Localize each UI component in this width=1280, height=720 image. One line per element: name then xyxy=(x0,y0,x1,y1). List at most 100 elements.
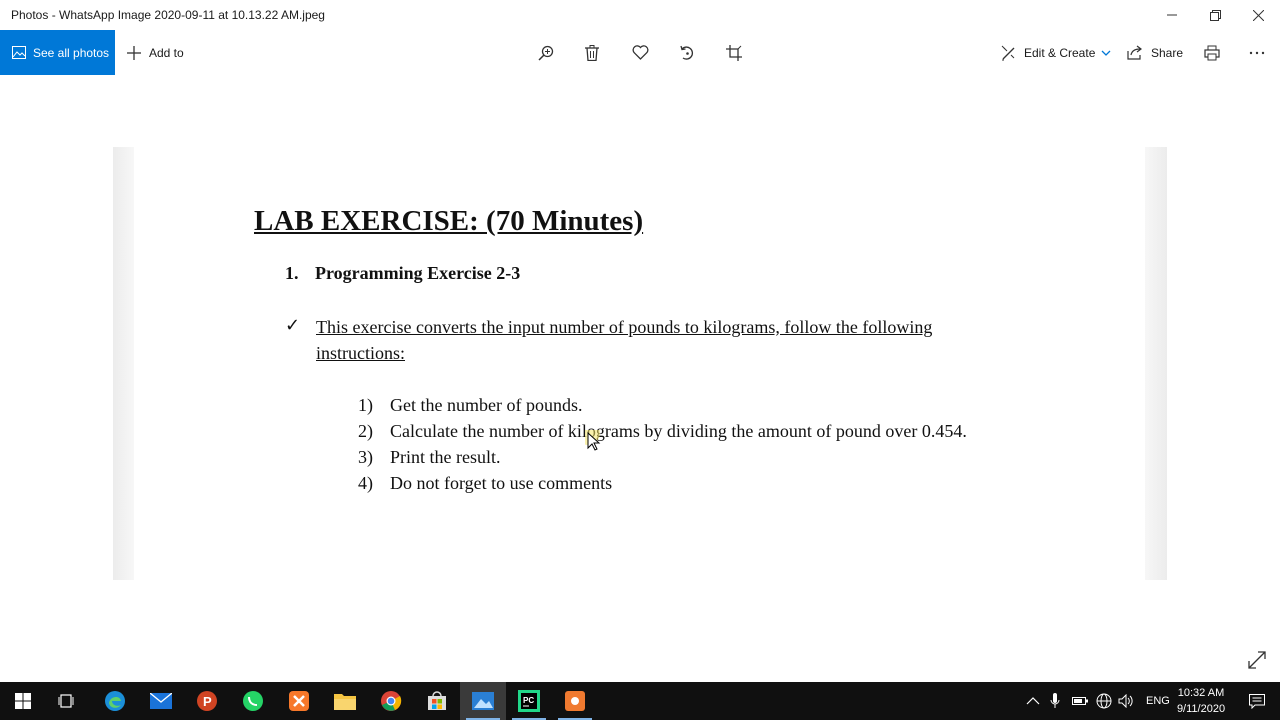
list-item: 1) Get the number of pounds. xyxy=(358,392,967,418)
share-button[interactable]: Share xyxy=(1127,30,1183,75)
whatsapp-icon xyxy=(243,691,263,711)
see-all-photos-label: See all photos xyxy=(33,45,110,60)
step-text: Do not forget to use comments xyxy=(390,473,613,493)
intro-text: This exercise converts the input number … xyxy=(316,317,933,363)
minimize-button[interactable] xyxy=(1149,0,1195,30)
windows-icon xyxy=(15,693,31,709)
delete-button[interactable] xyxy=(572,30,612,75)
steps-list: 1) Get the number of pounds. 2) Calculate … xyxy=(358,392,967,496)
edit-create-button[interactable]: Edit & Create xyxy=(1001,30,1111,75)
clock-time: 10:32 AM xyxy=(1177,687,1225,699)
system-tray: ENG xyxy=(1026,682,1170,720)
add-to-button[interactable]: Add to xyxy=(126,30,184,75)
title-bar: Photos - WhatsApp Image 2020-09-11 at 10… xyxy=(0,0,1280,30)
zoom-button[interactable] xyxy=(526,30,566,75)
taskbar-file-explorer[interactable] xyxy=(322,682,368,720)
close-icon xyxy=(1252,9,1264,21)
step-text: Print the result. xyxy=(390,447,501,467)
command-bar: See all photos Add to Edit & Create Shar… xyxy=(0,30,1280,75)
check-mark-icon: ✓ xyxy=(285,315,301,336)
restore-icon xyxy=(1209,9,1221,21)
clock-date: 9/11/2020 xyxy=(1176,703,1226,715)
list-item: 4) Do not forget to use comments xyxy=(358,470,967,496)
step-number: 2) xyxy=(358,421,373,441)
folder-icon xyxy=(334,694,356,710)
print-icon xyxy=(1204,45,1220,60)
document-heading: LAB EXERCISE: (70 Minutes) xyxy=(254,205,644,237)
section-number: 1. xyxy=(285,263,299,283)
share-label: Share xyxy=(1151,45,1184,60)
store-icon xyxy=(428,691,446,710)
step-number: 4) xyxy=(358,473,373,493)
section-title: 1. Programming Exercise 2-3 xyxy=(285,263,520,284)
photos-app-icon xyxy=(472,692,494,710)
zoom-icon xyxy=(538,45,554,61)
notification-icon xyxy=(1249,693,1265,709)
task-view-button[interactable] xyxy=(44,682,90,720)
step-number: 3) xyxy=(358,447,373,467)
mail-icon xyxy=(150,693,172,709)
mouse-cursor-icon xyxy=(585,430,601,451)
crop-icon xyxy=(726,44,742,61)
task-view-icon xyxy=(58,694,74,708)
taskbar-photos[interactable] xyxy=(460,682,506,720)
list-item: 3) Print the result. xyxy=(358,444,967,470)
taskbar-mail[interactable] xyxy=(138,682,184,720)
photos-icon xyxy=(12,46,26,59)
plus-icon xyxy=(127,45,141,60)
photo-edge-left xyxy=(113,147,134,580)
xampp-icon xyxy=(289,691,309,711)
language-indicator[interactable]: ENG xyxy=(1146,695,1170,707)
favorite-icon xyxy=(632,45,648,60)
step-text: Get the number of pounds. xyxy=(390,395,583,415)
rotate-icon xyxy=(680,45,694,60)
more-icon xyxy=(1249,51,1265,54)
start-button[interactable] xyxy=(0,682,46,720)
taskbar: P PC ENG 10:32 AM 9/11/2020 xyxy=(0,682,1280,720)
pycharm-icon: PC xyxy=(518,690,540,712)
battery-icon[interactable] xyxy=(1072,696,1088,706)
photo-edge-right xyxy=(1145,147,1167,580)
share-icon xyxy=(1127,45,1142,60)
action-center-button[interactable] xyxy=(1234,682,1280,720)
section-title-text: Programming Exercise 2-3 xyxy=(315,263,521,283)
network-globe-icon[interactable] xyxy=(1096,693,1112,709)
favorite-button[interactable] xyxy=(620,30,660,75)
close-button[interactable] xyxy=(1235,0,1280,30)
volume-icon[interactable] xyxy=(1118,694,1134,708)
taskbar-recorder[interactable] xyxy=(552,682,598,720)
edge-icon xyxy=(105,691,125,711)
rotate-button[interactable] xyxy=(667,30,707,75)
more-button[interactable] xyxy=(1237,30,1277,75)
powerpoint-icon: P xyxy=(197,691,217,711)
step-text: Calculate the number of kilograms by div… xyxy=(390,421,967,441)
see-all-photos-button[interactable]: See all photos xyxy=(0,30,115,75)
minimize-icon xyxy=(1167,14,1177,16)
taskbar-store[interactable] xyxy=(414,682,460,720)
edit-create-label: Edit & Create xyxy=(1024,45,1096,60)
crop-button[interactable] xyxy=(714,30,754,75)
microphone-icon[interactable] xyxy=(1050,693,1060,709)
svg-text:PC: PC xyxy=(523,696,534,705)
add-to-label: Add to xyxy=(149,45,184,60)
chevron-down-icon xyxy=(1101,50,1111,56)
restore-button[interactable] xyxy=(1192,0,1238,30)
list-item: 2) Calculate the number of kilograms by d… xyxy=(358,418,967,444)
taskbar-edge[interactable] xyxy=(92,682,138,720)
taskbar-powerpoint[interactable]: P xyxy=(184,682,230,720)
taskbar-whatsapp[interactable] xyxy=(230,682,276,720)
edit-icon xyxy=(1001,45,1015,60)
print-button[interactable] xyxy=(1192,30,1232,75)
taskbar-clock[interactable]: 10:32 AM 9/11/2020 xyxy=(1170,685,1232,717)
step-number: 1) xyxy=(358,395,373,415)
taskbar-xampp[interactable] xyxy=(276,682,322,720)
delete-icon xyxy=(585,44,599,61)
taskbar-chrome[interactable] xyxy=(368,682,414,720)
chrome-icon xyxy=(381,691,402,711)
window-title: Photos - WhatsApp Image 2020-09-11 at 10… xyxy=(11,8,325,22)
photo-document[interactable]: LAB EXERCISE: (70 Minutes) 1. Programming… xyxy=(134,147,1145,580)
fullscreen-icon[interactable] xyxy=(1247,650,1267,670)
chevron-up-icon[interactable] xyxy=(1026,697,1040,705)
taskbar-pycharm[interactable]: PC xyxy=(506,682,552,720)
recorder-icon xyxy=(565,691,585,711)
